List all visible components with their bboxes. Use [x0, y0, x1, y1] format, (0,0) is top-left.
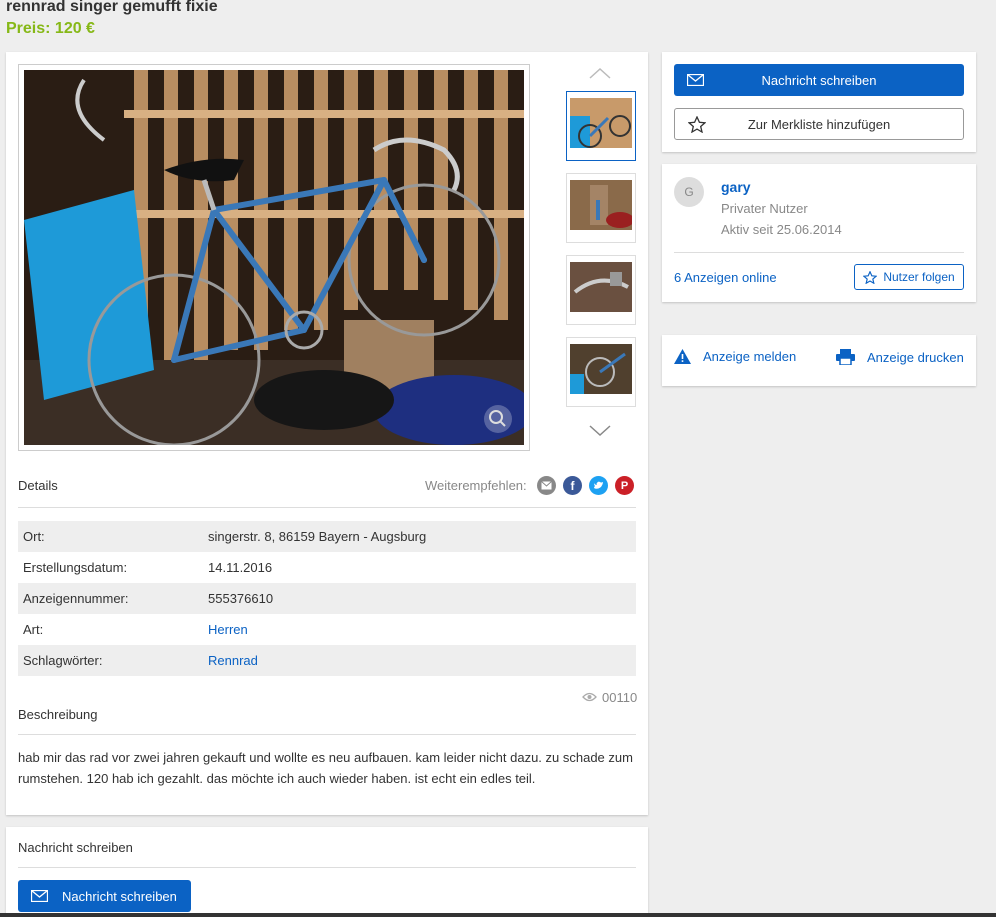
details-heading: Details — [18, 478, 58, 493]
pinterest-icon[interactable]: P — [615, 476, 634, 495]
star-icon — [688, 116, 706, 133]
description-text: hab mir das rad vor zwei jahren gekauft … — [18, 750, 633, 786]
divider — [18, 867, 636, 868]
message-button[interactable]: Nachricht schreiben — [674, 64, 964, 96]
seller-name[interactable]: gary — [721, 179, 751, 195]
eye-icon — [582, 690, 597, 705]
ad-main-card: Details Weiterempfehlen: f P Ort: singer… — [6, 52, 648, 815]
send-message-label: Nachricht schreiben — [62, 888, 177, 904]
detail-value-link[interactable]: Rennrad — [208, 653, 258, 668]
detail-value: 555376610 — [208, 591, 274, 606]
print-ad-link[interactable]: Anzeige drucken — [836, 349, 964, 365]
facebook-icon[interactable]: f — [563, 476, 582, 495]
ad-title: rennrad singer gemufft fixie — [6, 0, 218, 15]
share-label: Weiterempfehlen: — [425, 478, 527, 493]
detail-key: Anzeigennummer: — [23, 591, 129, 606]
bottom-bar — [0, 913, 996, 917]
gallery-thumbnail[interactable] — [566, 255, 636, 325]
detail-row-ad-number: Anzeigennummer: 555376610 — [18, 583, 636, 614]
detail-value-link[interactable]: Herren — [208, 622, 248, 637]
seller-type: Privater Nutzer — [721, 201, 808, 216]
ad-price: Preis: 120 € — [6, 20, 95, 37]
divider — [674, 252, 964, 253]
detail-key: Schlagwörter: — [23, 653, 103, 668]
gallery-thumbnail[interactable] — [566, 91, 636, 161]
view-count: 00110 — [602, 690, 638, 705]
thumbnail-image — [570, 98, 632, 148]
follow-user-label: Nutzer folgen — [883, 270, 955, 284]
divider — [18, 734, 636, 735]
contact-heading: Nachricht schreiben — [18, 840, 133, 855]
view-counter: 00110 — [582, 690, 637, 705]
watchlist-button-label: Zur Merkliste hinzufügen — [747, 116, 891, 132]
detail-key: Art: — [23, 622, 44, 637]
thumbnail-image — [570, 344, 632, 394]
follow-user-button[interactable]: Nutzer folgen — [854, 264, 964, 290]
detail-row-location: Ort: singerstr. 8, 86159 Bayern - Augsbu… — [18, 521, 636, 552]
detail-key: Erstellungsdatum: — [23, 560, 128, 575]
gallery-down-arrow-icon[interactable] — [586, 422, 614, 440]
email-icon[interactable] — [537, 476, 556, 495]
report-ad-label: Anzeige melden — [703, 349, 797, 364]
twitter-icon[interactable] — [589, 476, 608, 495]
zoom-icon[interactable] — [484, 405, 512, 433]
seller-active-since: Aktiv seit 25.06.2014 — [721, 222, 842, 237]
thumbnail-image — [570, 180, 634, 230]
thumbnail-image — [570, 262, 632, 312]
send-message-button[interactable]: Nachricht schreiben — [18, 880, 191, 912]
warning-icon — [674, 349, 691, 364]
detail-row-date: Erstellungsdatum: 14.11.2016 — [18, 552, 636, 583]
avatar: G — [674, 177, 704, 207]
detail-row-type: Art: Herren — [18, 614, 636, 645]
misc-actions-card: Anzeige melden Anzeige drucken — [662, 335, 976, 386]
description-heading: Beschreibung — [18, 707, 98, 722]
envelope-icon — [31, 890, 48, 902]
gallery-thumbnail[interactable] — [566, 337, 636, 407]
seller-ads-link[interactable]: 6 Anzeigen online — [674, 270, 777, 285]
detail-value: 14.11.2016 — [208, 560, 273, 575]
main-image[interactable] — [24, 70, 524, 445]
envelope-icon — [687, 74, 704, 86]
message-button-label: Nachricht schreiben — [761, 72, 877, 88]
divider — [18, 507, 636, 508]
star-icon — [863, 270, 878, 284]
detail-value: singerstr. 8, 86159 Bayern - Augsburg — [208, 529, 427, 544]
watchlist-button[interactable]: Zur Merkliste hinzufügen — [674, 108, 964, 140]
report-ad-link[interactable]: Anzeige melden — [674, 349, 796, 364]
seller-card: G gary Privater Nutzer Aktiv seit 25.06.… — [662, 164, 976, 302]
contact-card: Nachricht schreiben Nachricht schreiben — [6, 827, 648, 917]
gallery-up-arrow-icon[interactable] — [586, 64, 614, 82]
main-image-frame[interactable] — [18, 64, 530, 451]
gallery-thumbnail[interactable] — [566, 173, 636, 243]
actions-card: Nachricht schreiben Zur Merkliste hinzuf… — [662, 52, 976, 152]
detail-key: Ort: — [23, 529, 45, 544]
printer-icon — [836, 349, 855, 365]
detail-row-tags: Schlagwörter: Rennrad — [18, 645, 636, 676]
print-ad-label: Anzeige drucken — [867, 349, 964, 365]
